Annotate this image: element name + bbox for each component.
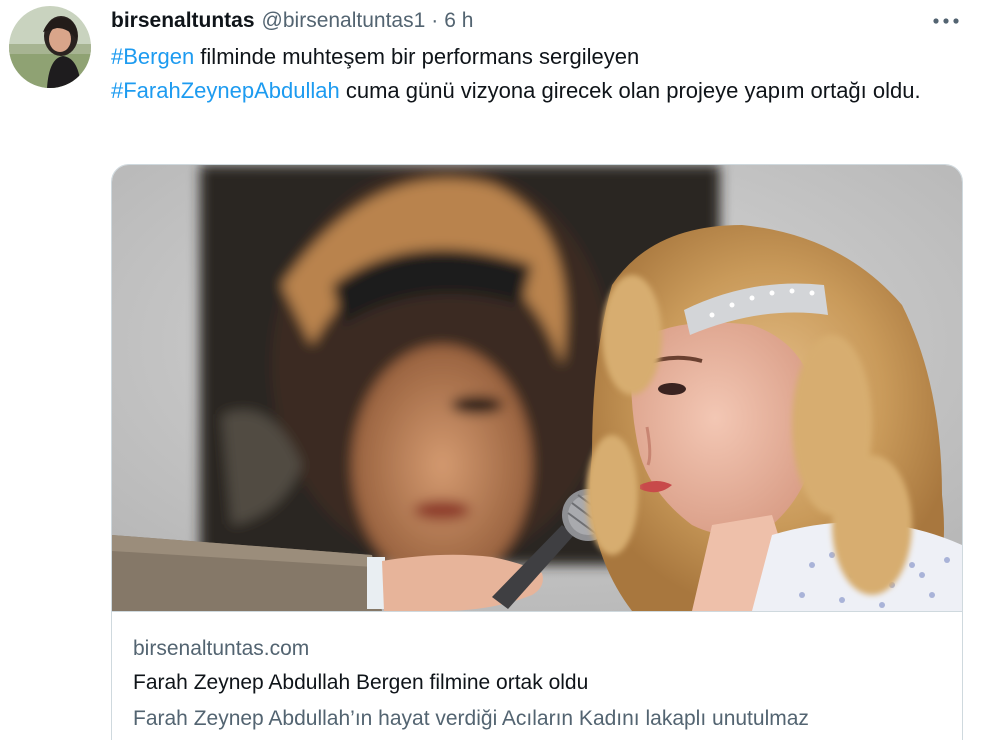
hashtag-farahzeynepabdullah[interactable]: #FarahZeynepAbdullah [111, 78, 340, 103]
card-domain: birsenaltuntas.com [133, 637, 310, 660]
hashtag-bergen[interactable]: #Bergen [111, 44, 194, 69]
card-image[interactable] [112, 165, 962, 612]
separator-dot: · [431, 9, 439, 32]
display-name[interactable]: birsenaltuntas [111, 9, 255, 33]
avatar[interactable] [9, 6, 91, 88]
more-horizontal-icon [933, 18, 959, 24]
link-preview-card[interactable]: birsenaltuntas.com Farah Zeynep Abdullah… [111, 164, 963, 740]
tweet-text-part2: cuma günü vizyona girecek olan projeye y… [339, 78, 921, 103]
timestamp[interactable]: 6 h [444, 9, 473, 33]
tweet-header: birsenaltuntas @birsenaltuntas1 · 6 h [111, 6, 474, 36]
tweet-text-part1: filminde muhteşem bir performans sergile… [194, 44, 640, 69]
card-description: Farah Zeynep Abdullah’ın hayat verdiği A… [133, 707, 809, 730]
tweet-text: #Bergen filminde muhteşem bir performans… [111, 40, 931, 108]
card-title[interactable]: Farah Zeynep Abdullah Bergen filmine ort… [133, 665, 953, 701]
user-handle[interactable]: @birsenaltuntas1 [262, 9, 426, 33]
tweet[interactable]: birsenaltuntas @birsenaltuntas1 · 6 h #B… [0, 0, 1001, 740]
card-body: birsenaltuntas.com Farah Zeynep Abdullah… [133, 633, 953, 737]
more-options-button[interactable] [931, 10, 961, 32]
